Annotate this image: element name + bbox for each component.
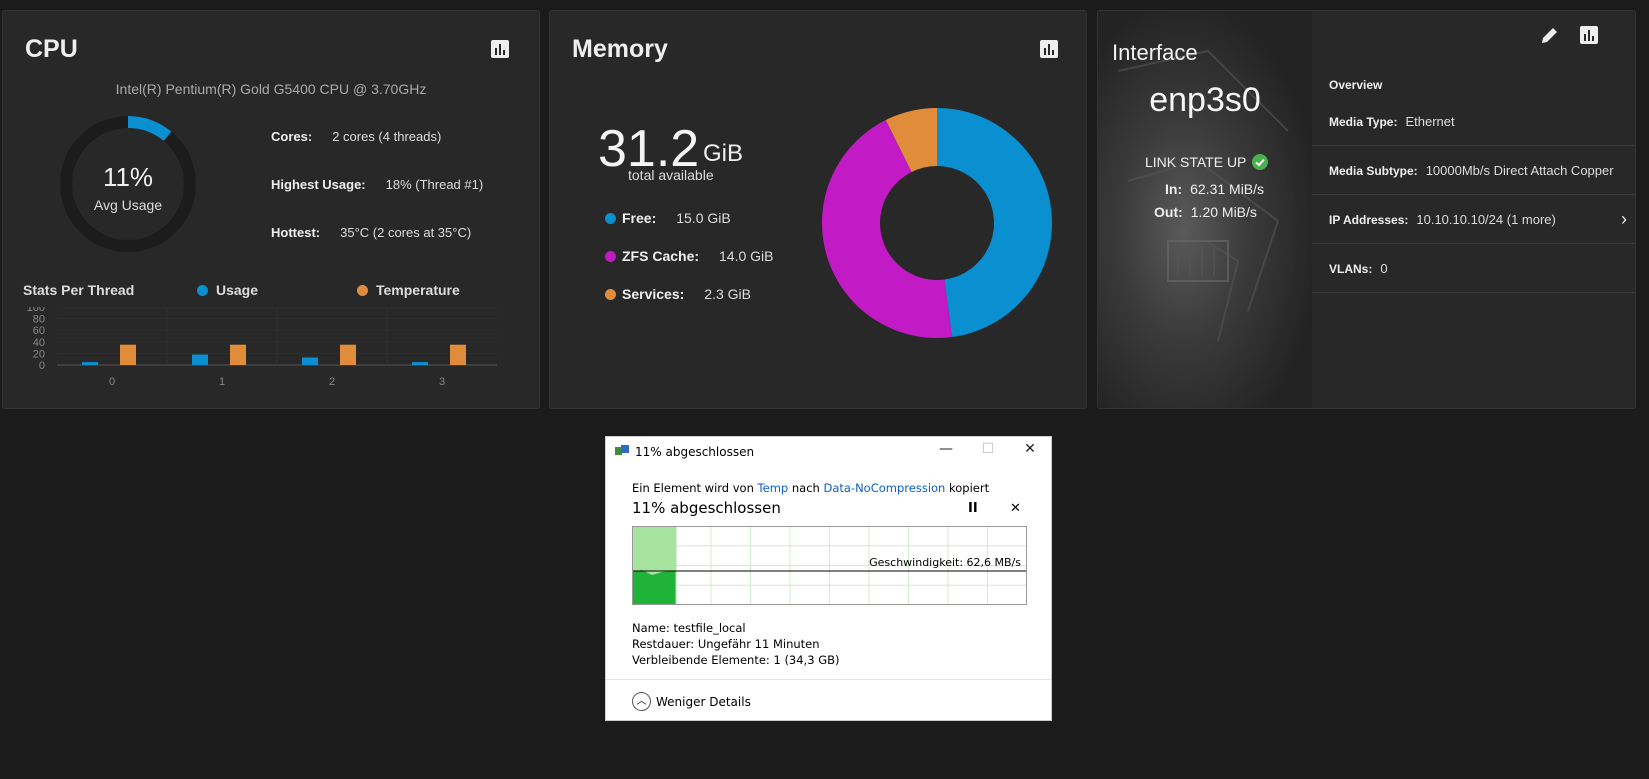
avg-usage-label: Avg Usage bbox=[93, 197, 163, 213]
cancel-button[interactable]: ✕ bbox=[1010, 501, 1021, 516]
y-tick-label: 20 bbox=[33, 348, 45, 360]
y-tick-label: 0 bbox=[39, 360, 45, 372]
hottest-stat: Hottest: 35°C (2 cores at 35°C) bbox=[271, 225, 472, 240]
destination-link[interactable]: Data-NoCompression bbox=[823, 481, 945, 495]
interface-name: enp3s0 bbox=[1149, 81, 1261, 119]
speed-label: Geschwindigkeit: 62,6 MB/s bbox=[869, 556, 1021, 569]
memory-legend-free: Free: 15.0 GiB bbox=[605, 210, 731, 226]
dialog-title: 11% abgeschlossen bbox=[635, 445, 755, 459]
bar-temperature-1 bbox=[230, 344, 246, 365]
source-link[interactable]: Temp bbox=[758, 481, 789, 495]
memory-total-label: total available bbox=[628, 167, 714, 183]
y-tick-label: 40 bbox=[33, 337, 45, 349]
cores-stat: Cores: 2 cores (4 threads) bbox=[271, 129, 442, 144]
media-type-row: Media Type: Ethernet bbox=[1312, 98, 1635, 146]
zfs-cache-dot-icon bbox=[605, 250, 616, 262]
dialog-footer: ︿ Weniger Details bbox=[606, 679, 1051, 722]
remaining-items-detail: Verbleibende Elemente: 1 (34,3 GB) bbox=[632, 653, 840, 667]
name-detail: Name: testfile_local bbox=[632, 621, 746, 635]
close-button[interactable]: ✕ bbox=[1015, 441, 1045, 463]
bar-chart-icon[interactable] bbox=[490, 39, 510, 59]
interface-in-rate: In: 62.31 MiB/s bbox=[1165, 181, 1265, 197]
memory-title: Memory bbox=[572, 35, 668, 63]
y-tick-label: 80 bbox=[33, 314, 45, 326]
stats-per-thread-title: Stats Per Thread bbox=[23, 282, 135, 298]
y-tick-label: 60 bbox=[33, 325, 45, 337]
copy-app-icon bbox=[615, 445, 629, 455]
overview-heading: Overview bbox=[1329, 78, 1383, 92]
legend-temperature[interactable]: Temperature bbox=[357, 282, 460, 298]
donut-slice-0 bbox=[937, 108, 1052, 338]
bar-temperature-3 bbox=[450, 344, 466, 365]
bar-usage-1 bbox=[192, 354, 208, 365]
link-state: LINK STATE UP bbox=[1145, 154, 1269, 170]
interface-details-panel: Overview Media Type: Ethernet Media Subty… bbox=[1312, 11, 1635, 408]
speed-area bbox=[633, 570, 676, 604]
bar-temperature-2 bbox=[340, 344, 356, 365]
memory-total-unit: GiB bbox=[703, 140, 744, 167]
x-tick-label: 1 bbox=[219, 376, 225, 388]
y-tick-label: 100 bbox=[27, 307, 45, 314]
bar-usage-3 bbox=[412, 362, 428, 365]
memory-card: Memory 31.2 GiB total available Free: 15.… bbox=[549, 10, 1087, 409]
thread-bar-chart: 0204060801000 1 2 3 bbox=[27, 307, 497, 388]
x-tick-label: 2 bbox=[329, 376, 335, 388]
legend-usage[interactable]: Usage bbox=[197, 282, 258, 298]
check-circle-icon bbox=[1252, 154, 1269, 170]
cpu-model: Intel(R) Pentium(R) Gold G5400 CPU @ 3.7… bbox=[115, 81, 427, 97]
edit-pencil-icon[interactable] bbox=[1540, 25, 1560, 45]
bar-usage-2 bbox=[302, 357, 318, 365]
copy-progress-dialog: 11% abgeschlossen — ☐ ✕ Ein Element wird… bbox=[605, 436, 1052, 721]
usage-dot-icon bbox=[197, 284, 208, 296]
cpu-title: CPU bbox=[25, 35, 78, 63]
temperature-dot-icon bbox=[357, 284, 368, 296]
free-dot-icon bbox=[605, 212, 616, 224]
memory-donut-chart bbox=[822, 108, 1052, 338]
copy-description: Ein Element wird von Temp nach Data-NoCo… bbox=[632, 481, 990, 495]
memory-legend-services: Services: 2.3 GiB bbox=[605, 286, 751, 302]
interface-out-rate: Out: 1.20 MiB/s bbox=[1154, 204, 1257, 220]
interface-title: Interface bbox=[1112, 40, 1198, 65]
bar-chart-icon[interactable] bbox=[1579, 25, 1599, 45]
avg-usage-value: 11% bbox=[102, 162, 154, 192]
vlans-row: VLANs: 0 bbox=[1312, 245, 1635, 293]
ip-addresses-row[interactable]: IP Addresses: 10.10.10.10/24 (1 more) › bbox=[1312, 196, 1635, 244]
bar-usage-0 bbox=[82, 362, 98, 365]
highest-usage-stat: Highest Usage: 18% (Thread #1) bbox=[271, 177, 484, 192]
cpu-card: CPU Intel(R) Pentium(R) Gold G5400 CPU @… bbox=[2, 10, 540, 409]
bar-temperature-0 bbox=[120, 344, 136, 365]
minimize-button[interactable]: — bbox=[931, 441, 961, 463]
progress-text: 11% abgeschlossen bbox=[632, 499, 781, 517]
x-tick-label: 0 bbox=[109, 376, 115, 388]
maximize-button[interactable]: ☐ bbox=[973, 441, 1003, 463]
bar-chart-icon[interactable] bbox=[1039, 39, 1059, 59]
media-subtype-row: Media Subtype: 10000Mb/s Direct Attach Co… bbox=[1312, 147, 1635, 195]
remaining-time-detail: Restdauer: Ungefähr 11 Minuten bbox=[632, 637, 820, 651]
interface-card: Interface enp3s0 LINK STATE UP In: 62.31 … bbox=[1097, 10, 1636, 409]
chevron-up-icon[interactable]: ︿ bbox=[632, 692, 651, 711]
x-tick-label: 3 bbox=[439, 376, 445, 388]
pause-button[interactable]: II bbox=[968, 501, 978, 516]
memory-legend-zfs-cache: ZFS Cache: 14.0 GiB bbox=[605, 248, 774, 264]
chevron-right-icon[interactable]: › bbox=[1621, 209, 1627, 230]
speed-graph: Geschwindigkeit: 62,6 MB/s bbox=[632, 526, 1027, 605]
services-dot-icon bbox=[605, 288, 616, 300]
less-details-button[interactable]: Weniger Details bbox=[656, 695, 751, 709]
